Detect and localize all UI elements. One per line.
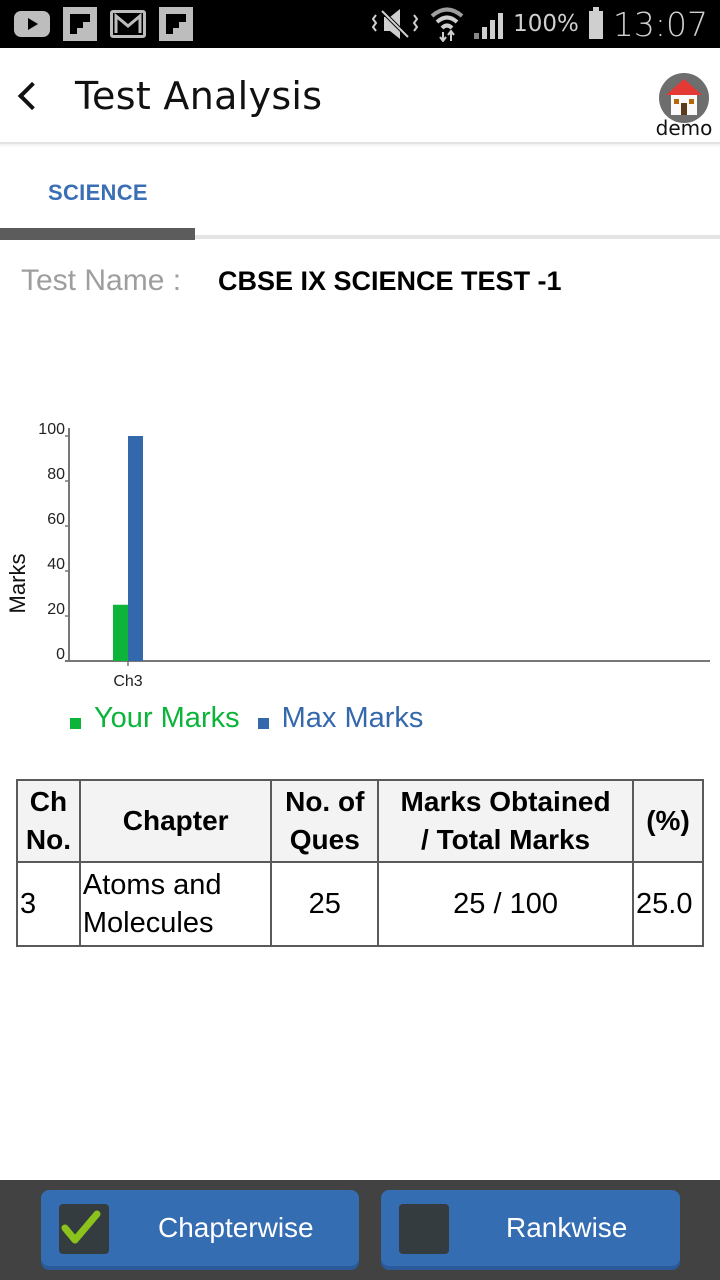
page-title: Test Analysis xyxy=(75,74,323,118)
checkbox[interactable] xyxy=(399,1204,449,1254)
tab-bar: SCIENCE xyxy=(0,146,720,240)
legend-swatch xyxy=(257,718,269,729)
status-bar: 100% 13:07 xyxy=(0,0,720,48)
y-axis-label: Marks xyxy=(5,554,30,614)
chapter-analysis-table: Ch No. Chapter No. of Ques Marks Obtained /… xyxy=(16,779,704,947)
cell-chapter: Atoms and Molecules xyxy=(78,861,273,947)
x-tick-label: Ch3 xyxy=(113,673,142,690)
bottom-bar: Chapterwise Rankwise xyxy=(0,1180,720,1280)
y-tick-label: 20 xyxy=(47,601,65,618)
tab-label: SCIENCE xyxy=(48,180,148,205)
mute-vibrate-icon xyxy=(372,9,419,39)
cell-ch-no: 3 xyxy=(16,861,81,947)
battery-percent: 100% xyxy=(513,11,579,37)
app-bar: Test Analysis xyxy=(0,48,720,144)
checkbox[interactable] xyxy=(59,1204,109,1254)
rankwise-toggle-button[interactable]: Rankwise xyxy=(381,1190,680,1266)
legend-item-your-marks: Your Marks xyxy=(70,702,240,735)
chart-legend: Your Marks Max Marks xyxy=(70,702,441,735)
y-tick-label: 60 xyxy=(47,511,65,528)
tab-divider xyxy=(195,235,720,239)
legend-swatch xyxy=(70,718,81,729)
y-tick-label: 100 xyxy=(38,421,65,438)
profile-label[interactable]: demo xyxy=(650,116,718,140)
header-num-ques: No. of Ques xyxy=(270,779,380,863)
cell-num-ques: 25 xyxy=(270,861,380,947)
flipboard-icon xyxy=(159,7,193,41)
wifi-icon xyxy=(430,7,464,42)
signal-icon xyxy=(474,9,504,39)
bar-max-marks xyxy=(128,436,143,661)
legend-label: Your Marks xyxy=(94,702,240,734)
header-percent: (%) xyxy=(632,779,704,863)
bar-your-marks xyxy=(113,604,128,661)
y-tick-label: 80 xyxy=(47,466,65,483)
header-chapter: Chapter xyxy=(78,779,273,863)
youtube-icon xyxy=(14,11,50,37)
table-row: 3 Atoms and Molecules 25 25 / 100 25.0 xyxy=(16,861,704,947)
test-name-value: CBSE IX SCIENCE TEST -1 xyxy=(218,266,562,296)
test-name-label: Test Name : xyxy=(21,264,182,297)
legend-label: Max Marks xyxy=(281,702,424,734)
gmail-icon xyxy=(110,10,146,38)
cell-percent: 25.0 xyxy=(632,861,704,947)
cell-marks: 25 / 100 xyxy=(377,861,635,947)
header-marks: Marks Obtained / Total Marks xyxy=(377,779,635,863)
battery-icon xyxy=(588,7,603,39)
marks-bar-chart: 0 20 40 60 80 100 Marks Ch3 xyxy=(5,421,710,690)
tab-indicator xyxy=(0,228,195,240)
button-label: Chapterwise xyxy=(158,1212,314,1243)
header-ch-no: Ch No. xyxy=(16,779,81,863)
table-header-row: Ch No. Chapter No. of Ques Marks Obtained /… xyxy=(16,779,704,863)
flipboard-icon xyxy=(63,7,97,41)
clock: 13:07 xyxy=(612,4,708,44)
chapterwise-toggle-button[interactable]: Chapterwise xyxy=(41,1190,359,1266)
checkmark-icon xyxy=(61,1210,101,1244)
legend-item-max-marks: Max Marks xyxy=(257,702,424,735)
y-tick-label: 40 xyxy=(47,556,65,573)
y-tick-label: 0 xyxy=(56,646,65,663)
button-label: Rankwise xyxy=(506,1212,628,1243)
tab-science[interactable]: SCIENCE xyxy=(0,146,195,240)
arrow-back-icon[interactable] xyxy=(14,78,44,114)
